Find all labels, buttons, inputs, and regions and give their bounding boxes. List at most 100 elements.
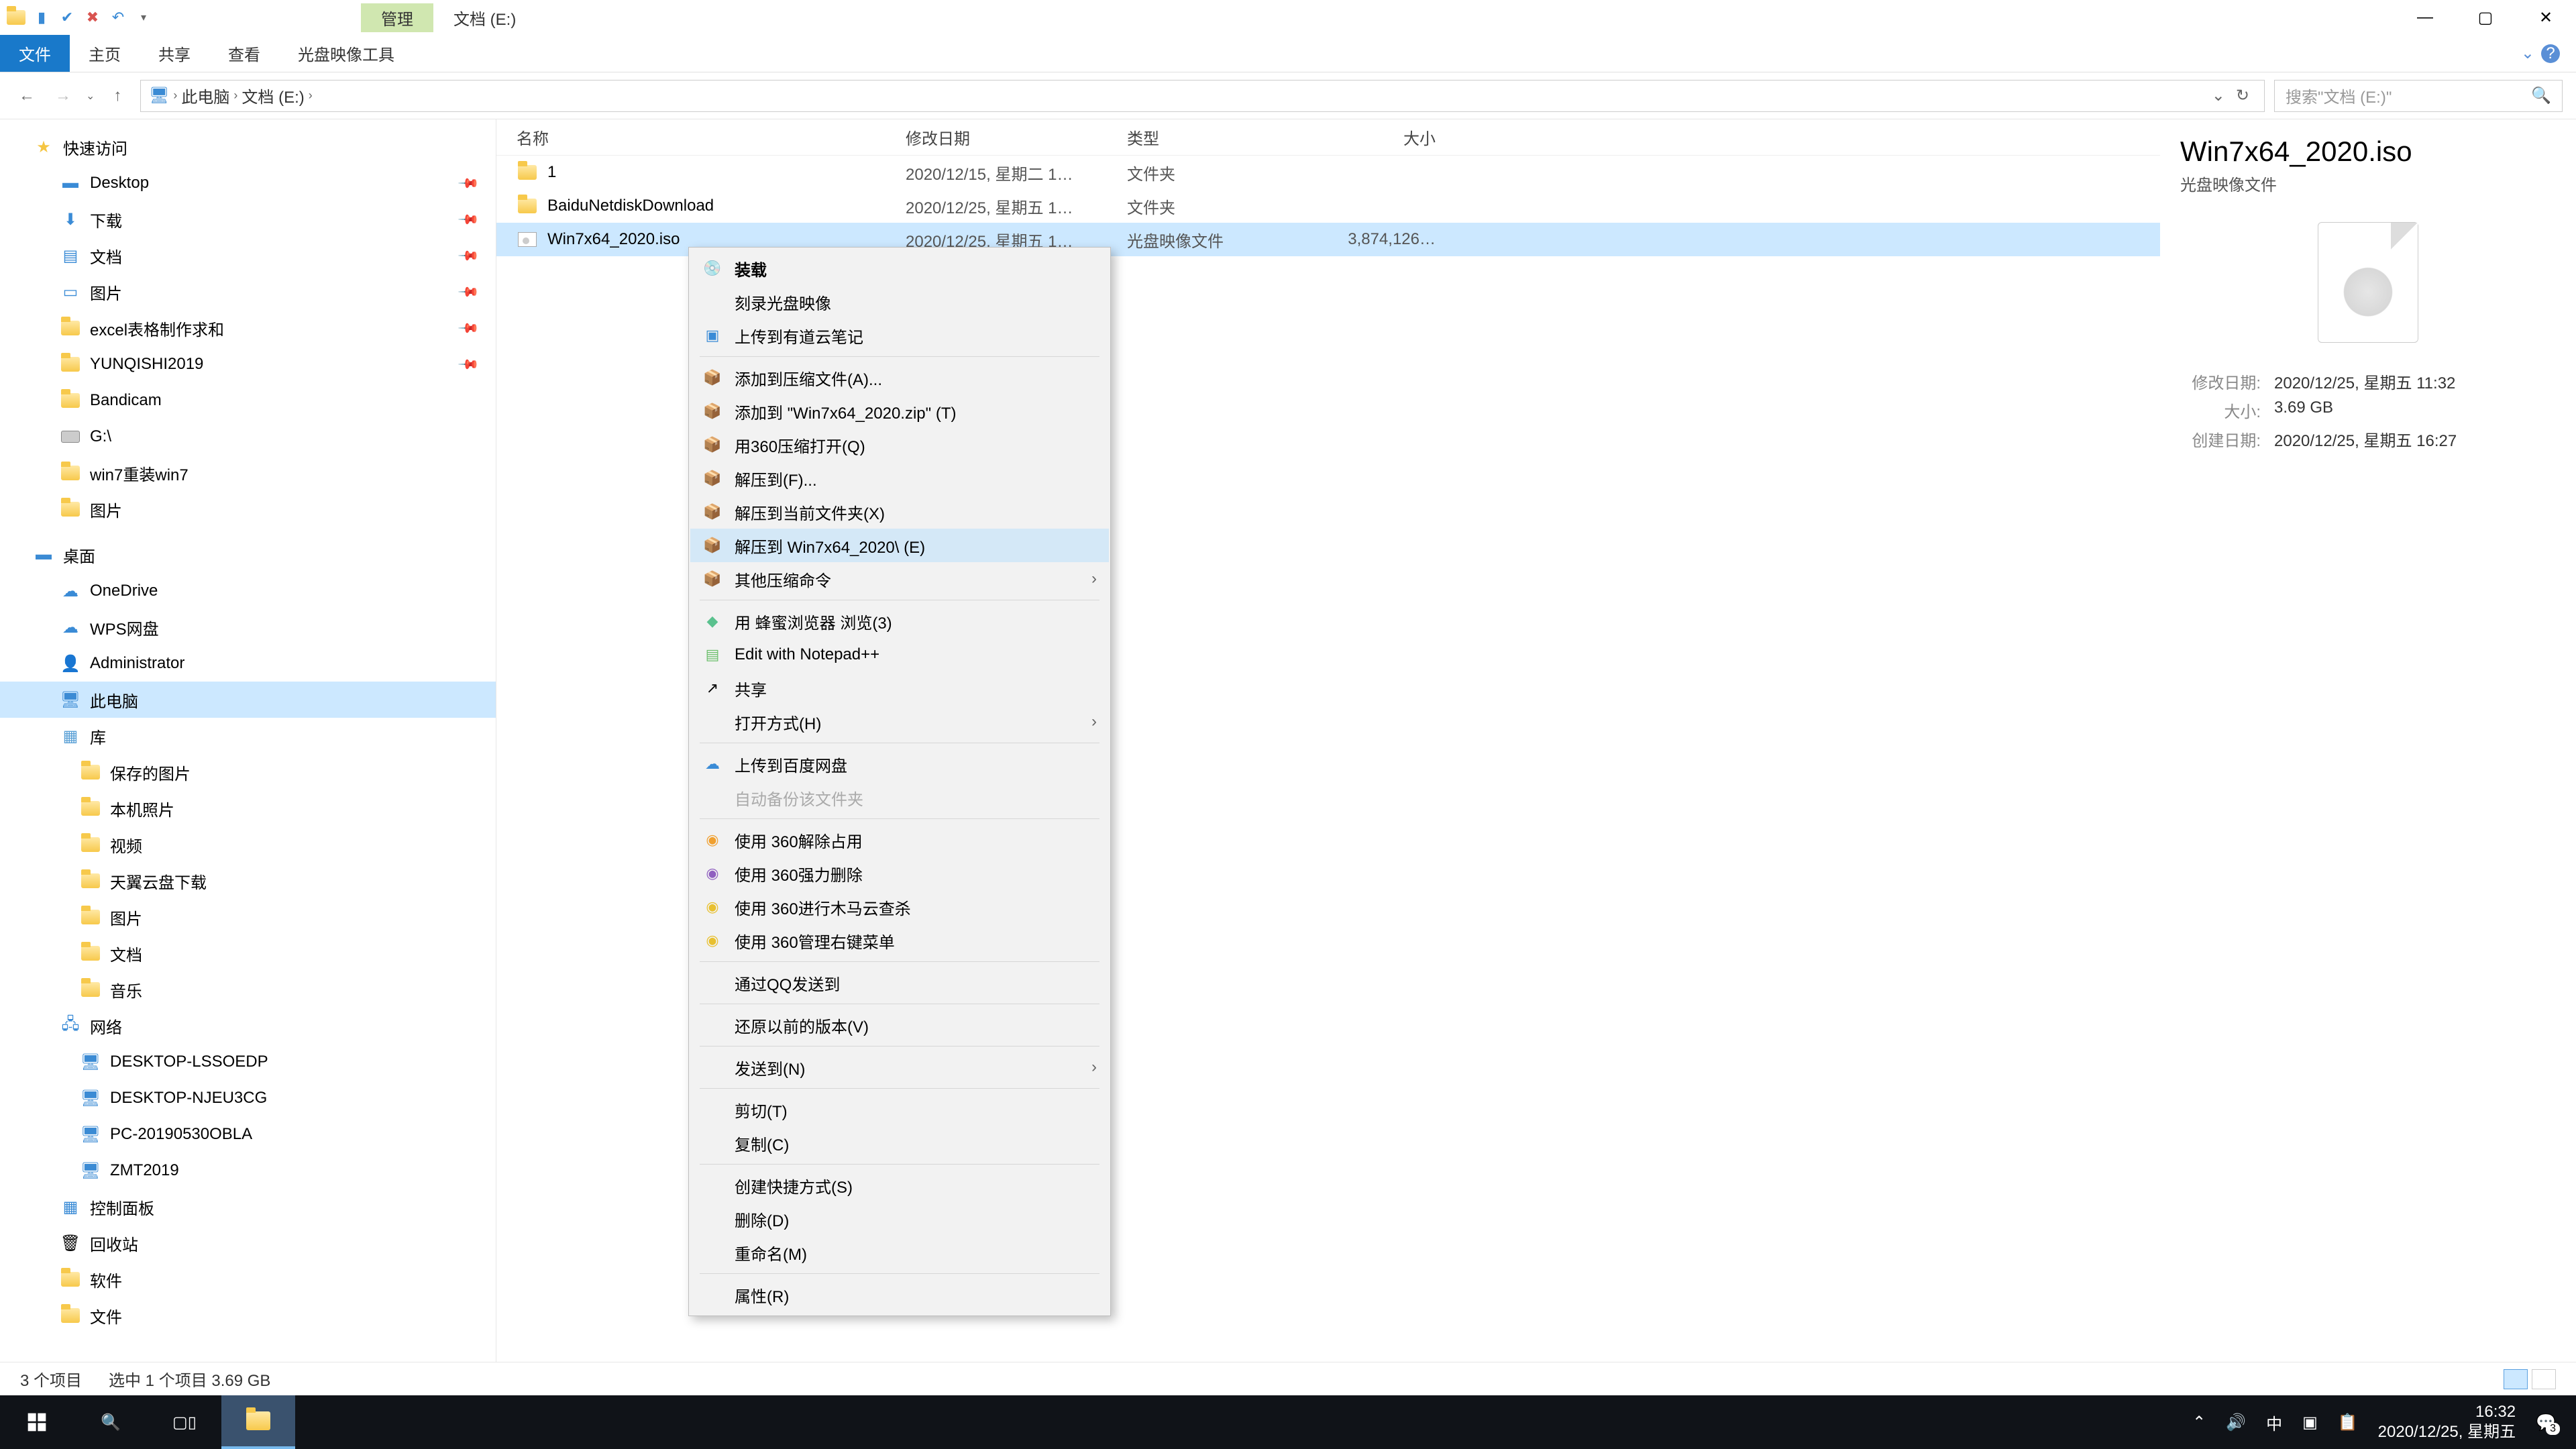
nav-network[interactable]: 🖧网络 (0, 1008, 496, 1044)
ctx-extract-here[interactable]: 📦解压到当前文件夹(X) (690, 495, 1109, 529)
ctx-create-shortcut[interactable]: 创建快捷方式(S) (690, 1169, 1109, 1202)
nav-desktop[interactable]: ▬Desktop📌 (0, 165, 496, 201)
breadcrumb-dropdown-icon[interactable]: ⌄ (2212, 86, 2225, 105)
nav-pics2[interactable]: 图片 (0, 491, 496, 527)
taskbar-clock[interactable]: 16:32 2020/12/25, 星期五 (2378, 1402, 2516, 1442)
nav-downloads[interactable]: ⬇下载📌 (0, 201, 496, 237)
chevron-right-icon[interactable]: › (173, 89, 177, 103)
ctx-extract-to[interactable]: 📦解压到(F)... (690, 462, 1109, 495)
ctx-notepad-plus[interactable]: ▤Edit with Notepad++ (690, 638, 1109, 672)
tab-file[interactable]: 文件 (0, 35, 70, 72)
file-row[interactable]: BaiduNetdiskDownload 2020/12/25, 星期五 1… … (496, 189, 2160, 223)
nav-videos[interactable]: 视频 (0, 826, 496, 863)
ctx-360-scan[interactable]: ◉使用 360进行木马云查杀 (690, 890, 1109, 924)
qat-dropdown-icon[interactable]: ▾ (134, 8, 153, 27)
nav-net1[interactable]: 🖥DESKTOP-LSSOEDP (0, 1044, 496, 1080)
nav-recycle[interactable]: 🗑回收站 (0, 1225, 496, 1261)
qat-check-icon[interactable]: ✔ (58, 8, 76, 27)
search-input[interactable]: 搜索"文档 (E:)" 🔍 (2274, 80, 2563, 112)
col-name[interactable]: 名称 (517, 125, 906, 149)
nav-this-pc[interactable]: 🖥此电脑 (0, 682, 496, 718)
ctx-baidu-upload[interactable]: ☁上传到百度网盘 (690, 747, 1109, 781)
nav-control-panel[interactable]: ▦控制面板 (0, 1189, 496, 1225)
nav-libraries[interactable]: ▦库 (0, 718, 496, 754)
ctx-extract-named[interactable]: 📦解压到 Win7x64_2020\ (E) (690, 529, 1109, 562)
refresh-icon[interactable]: ↻ (2229, 86, 2256, 105)
ctx-360-manage[interactable]: ◉使用 360管理右键菜单 (690, 924, 1109, 957)
nav-admin[interactable]: 👤Administrator (0, 645, 496, 682)
nav-saved-pics[interactable]: 保存的图片 (0, 754, 496, 790)
nav-software[interactable]: 软件 (0, 1261, 496, 1297)
search-button[interactable]: 🔍 (74, 1395, 148, 1449)
ctx-send-to[interactable]: 发送到(N)› (690, 1051, 1109, 1084)
ctx-copy[interactable]: 复制(C) (690, 1126, 1109, 1160)
ctx-add-zip[interactable]: 📦添加到 "Win7x64_2020.zip" (T) (690, 394, 1109, 428)
qat-undo-icon[interactable]: ↶ (109, 8, 127, 27)
tab-home[interactable]: 主页 (70, 35, 140, 72)
nav-net2[interactable]: 🖥DESKTOP-NJEU3CG (0, 1080, 496, 1116)
ribbon-expand[interactable]: ⌄ ? (2505, 35, 2576, 72)
qat-pin-icon[interactable]: ▮ (32, 8, 51, 27)
ctx-rename[interactable]: 重命名(M) (690, 1236, 1109, 1269)
tray-chevron-up-icon[interactable]: ⌃ (2192, 1413, 2206, 1432)
tray-volume-icon[interactable]: 🔊 (2226, 1413, 2246, 1432)
ctx-restore-prev[interactable]: 还原以前的版本(V) (690, 1008, 1109, 1042)
ctx-share[interactable]: ↗共享 (690, 672, 1109, 705)
nav-camera-roll[interactable]: 本机照片 (0, 790, 496, 826)
tab-share[interactable]: 共享 (140, 35, 209, 72)
contextual-tab-label[interactable]: 管理 (361, 3, 433, 32)
ctx-youdao[interactable]: ▣上传到有道云笔记 (690, 319, 1109, 352)
ctx-360-unlock[interactable]: ◉使用 360解除占用 (690, 823, 1109, 857)
nav-win7re[interactable]: win7重装win7 (0, 455, 496, 491)
chevron-right-icon[interactable]: › (233, 89, 237, 103)
nav-gdrive[interactable]: G:\ (0, 419, 496, 455)
tab-view[interactable]: 查看 (209, 35, 279, 72)
nav-net3[interactable]: 🖥PC-20190530OBLA (0, 1116, 496, 1152)
breadcrumb-current[interactable]: 文档 (E:) (241, 84, 304, 107)
action-center-icon[interactable]: 💬3 (2536, 1413, 2556, 1432)
nav-pics3[interactable]: 图片 (0, 899, 496, 935)
nav-yunqishi[interactable]: YUNQISHI2019📌 (0, 346, 496, 382)
ctx-delete[interactable]: 删除(D) (690, 1202, 1109, 1236)
maximize-button[interactable]: ▢ (2455, 0, 2516, 35)
nav-docs2[interactable]: 文档 (0, 935, 496, 971)
nav-pictures[interactable]: ▭图片📌 (0, 274, 496, 310)
ctx-360-delete[interactable]: ◉使用 360强力删除 (690, 857, 1109, 890)
tray-icon[interactable]: ▣ (2302, 1413, 2318, 1432)
nav-documents[interactable]: ▤文档📌 (0, 237, 496, 274)
explorer-taskbar-button[interactable] (221, 1395, 295, 1449)
tray-icon[interactable]: 📋 (2338, 1413, 2358, 1432)
ctx-burn[interactable]: 刻录光盘映像 (690, 285, 1109, 319)
ctx-honey-browser[interactable]: ◆用 蜂蜜浏览器 浏览(3) (690, 604, 1109, 638)
file-row[interactable]: 1 2020/12/15, 星期二 1… 文件夹 (496, 156, 2160, 189)
col-type[interactable]: 类型 (1127, 125, 1315, 149)
nav-wps[interactable]: ☁WPS网盘 (0, 609, 496, 645)
ctx-add-archive[interactable]: 📦添加到压缩文件(A)... (690, 361, 1109, 394)
nav-up-button[interactable]: ↑ (104, 83, 131, 109)
nav-forward-button[interactable]: → (50, 83, 76, 109)
nav-excel[interactable]: excel表格制作求和📌 (0, 310, 496, 346)
nav-quick-access[interactable]: ★快速访问 (0, 129, 496, 165)
tab-disc-tools[interactable]: 光盘映像工具 (279, 35, 413, 72)
start-button[interactable] (0, 1395, 74, 1449)
ctx-mount[interactable]: 💿装载 (690, 252, 1109, 285)
ctx-qq-send[interactable]: 通过QQ发送到 (690, 966, 1109, 1000)
col-date[interactable]: 修改日期 (906, 125, 1127, 149)
nav-music[interactable]: 音乐 (0, 971, 496, 1008)
view-icons-button[interactable] (2532, 1369, 2556, 1389)
chevron-right-icon[interactable]: › (309, 89, 313, 103)
nav-history-dropdown[interactable]: ⌄ (86, 89, 95, 103)
breadcrumb[interactable]: 🖥 › 此电脑 › 文档 (E:) › ⌄ ↻ (140, 80, 2265, 112)
ctx-open-with[interactable]: 打开方式(H)› (690, 705, 1109, 739)
ctx-other-zip[interactable]: 📦其他压缩命令› (690, 562, 1109, 596)
col-size[interactable]: 大小 (1315, 125, 1436, 149)
view-details-button[interactable] (2504, 1369, 2528, 1389)
ctx-open-360[interactable]: 📦用360压缩打开(Q) (690, 428, 1109, 462)
nav-onedrive[interactable]: ☁OneDrive (0, 573, 496, 609)
breadcrumb-root[interactable]: 此电脑 (181, 84, 229, 107)
nav-net4[interactable]: 🖥ZMT2019 (0, 1152, 496, 1189)
nav-files[interactable]: 文件 (0, 1297, 496, 1334)
task-view-button[interactable]: ▢▯ (148, 1395, 221, 1449)
ctx-properties[interactable]: 属性(R) (690, 1278, 1109, 1311)
nav-tianyi[interactable]: 天翼云盘下载 (0, 863, 496, 899)
